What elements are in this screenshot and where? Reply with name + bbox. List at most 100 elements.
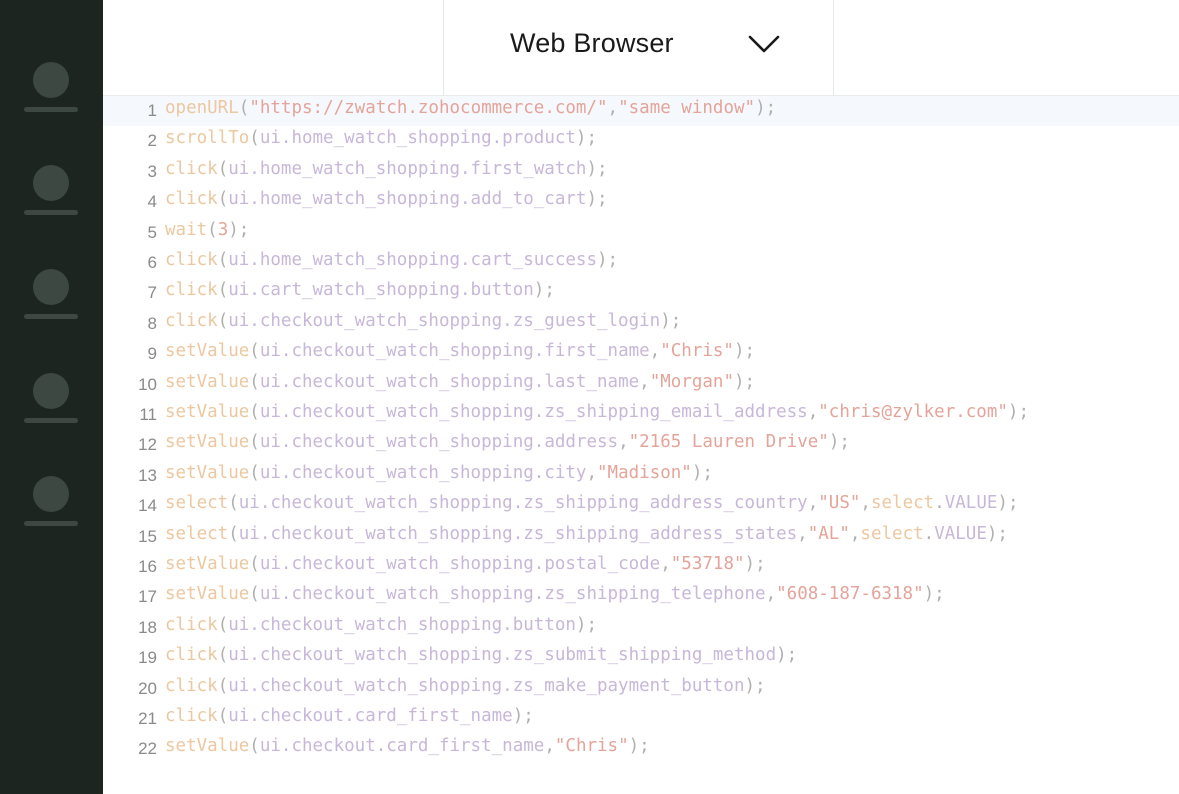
- line-number: 15: [138, 526, 157, 546]
- line-number: 4: [147, 192, 157, 212]
- code-token-punc: );: [691, 462, 713, 483]
- code-line[interactable]: 14 select(ui.checkout_watch_shopping.zs_s…: [103, 491, 1179, 521]
- code-line[interactable]: 19 click(ui.checkout_watch_shopping.zs_su…: [103, 643, 1179, 673]
- code-token-punc: (: [249, 341, 260, 362]
- code-token-punc: (: [249, 128, 260, 149]
- code-token-str: "608-187-6318": [776, 584, 924, 605]
- code-token-punc: (: [249, 554, 260, 574]
- code-token-fn: wait: [165, 219, 208, 240]
- code-token-str: "Morgan": [649, 371, 734, 392]
- code-token-fn: setValue: [165, 371, 250, 392]
- code-line[interactable]: 9 setValue(ui.checkout_watch_shopping.fir…: [103, 339, 1179, 369]
- line-number: 2: [147, 131, 157, 151]
- sidebar-item-user-1[interactable]: [24, 62, 78, 122]
- code-token-obj: ui.home_watch_shopping.cart_success: [228, 250, 597, 270]
- code-token-str: "53718": [670, 554, 745, 574]
- code-token-fn: click: [165, 310, 218, 331]
- code-text: click(ui.checkout.card_first_name);: [165, 706, 534, 726]
- code-line[interactable]: 8 click(ui.checkout_watch_shopping.zs_gue…: [103, 309, 1179, 339]
- code-token-punc: );: [744, 554, 766, 574]
- code-line[interactable]: 5 wait(3);: [103, 218, 1179, 248]
- code-token-obj: ui.checkout_watch_shopping.postal_code: [259, 554, 661, 574]
- code-line[interactable]: 21 click(ui.checkout.card_first_name);: [103, 704, 1179, 734]
- code-token-str: "Madison": [597, 462, 692, 483]
- code-token-fn: click: [165, 250, 218, 270]
- code-token-str: "AL": [807, 523, 850, 544]
- sidebar-item-user-2[interactable]: [24, 165, 78, 225]
- sidebar-item-user-5[interactable]: [24, 476, 78, 536]
- code-token-punc: (: [249, 462, 260, 483]
- code-token-punc: );: [733, 371, 756, 392]
- code-text: click(ui.checkout_watch_shopping.zs_gues…: [165, 311, 681, 331]
- code-line[interactable]: 3 click(ui.home_watch_shopping.first_watc…: [103, 157, 1179, 187]
- code-text: click(ui.home_watch_shopping.cart_succes…: [165, 250, 618, 270]
- code-line[interactable]: 1 openURL("https://zwatch.zohocommerce.co…: [103, 96, 1179, 126]
- code-line[interactable]: 13 setValue(ui.checkout_watch_shopping.ci…: [103, 461, 1179, 491]
- sidebar-item-user-3[interactable]: [24, 269, 78, 329]
- code-token-obj: ui.checkout_watch_shopping.zs_submit_shi…: [228, 645, 777, 666]
- line-number: 21: [138, 709, 157, 728]
- code-token-punc: (: [217, 189, 229, 210]
- code-token-punc: );: [755, 98, 777, 118]
- code-token-punc: ,: [586, 462, 598, 483]
- code-token-punc: );: [828, 432, 850, 453]
- code-line[interactable]: 17 setValue(ui.checkout_watch_shopping.zs…: [103, 582, 1179, 612]
- sidebar: [0, 0, 103, 794]
- code-token-punc: (: [207, 219, 218, 240]
- code-token-punc: );: [997, 493, 1019, 514]
- code-line[interactable]: 10 setValue(ui.checkout_watch_shopping.la…: [103, 370, 1179, 400]
- code-text: setValue(ui.checkout_watch_shopping.post…: [165, 554, 766, 574]
- line-number: 17: [138, 587, 157, 607]
- browser-dropdown[interactable]: Web Browser: [444, 0, 834, 95]
- code-token-fn: setValue: [165, 341, 250, 362]
- code-token-punc: );: [660, 310, 682, 331]
- code-token-num: 3: [217, 219, 229, 240]
- code-line[interactable]: 12 setValue(ui.checkout_watch_shopping.ad…: [103, 430, 1179, 460]
- line-number: 9: [147, 344, 157, 364]
- code-line[interactable]: 6 click(ui.home_watch_shopping.cart_succe…: [103, 248, 1179, 278]
- code-token-str: "Chris": [554, 736, 629, 757]
- code-text: select(ui.checkout_watch_shopping.zs_shi…: [165, 524, 1008, 544]
- user-icon: [33, 373, 69, 409]
- code-line[interactable]: 18 click(ui.checkout_watch_shopping.butto…: [103, 613, 1179, 643]
- code-token-obj: ui.checkout_watch_shopping.address: [259, 432, 619, 453]
- code-text: setValue(ui.checkout_watch_shopping.addr…: [165, 432, 850, 452]
- code-text: click(ui.checkout_watch_shopping.zs_subm…: [165, 645, 797, 665]
- line-number: 10: [138, 374, 157, 394]
- browser-dropdown-label: Web Browser: [510, 28, 674, 58]
- code-line[interactable]: 15 select(ui.checkout_watch_shopping.zs_s…: [103, 522, 1179, 552]
- code-text: select(ui.checkout_watch_shopping.zs_shi…: [165, 493, 1019, 513]
- line-number: 12: [138, 435, 157, 455]
- code-token-punc: (: [217, 645, 229, 666]
- user-icon: [33, 476, 69, 512]
- line-number: 14: [138, 496, 157, 516]
- code-line[interactable]: 4 click(ui.home_watch_shopping.add_to_car…: [103, 187, 1179, 217]
- code-line[interactable]: 22 setValue(ui.checkout.card_first_name,"…: [103, 734, 1179, 764]
- code-token-str: "same window": [618, 98, 756, 118]
- code-text: setValue(ui.checkout_watch_shopping.city…: [165, 463, 713, 483]
- sidebar-item-user-4[interactable]: [24, 373, 78, 433]
- code-token-str: "chris@zylker.com": [818, 402, 1008, 422]
- code-token-fn: select: [870, 493, 935, 514]
- code-token-punc: ,: [807, 493, 819, 514]
- code-line[interactable]: 20 click(ui.checkout_watch_shopping.zs_ma…: [103, 674, 1179, 704]
- code-text: wait(3);: [165, 220, 249, 240]
- code-token-punc: (: [217, 675, 229, 696]
- code-editor[interactable]: 1 openURL("https://zwatch.zohocommerce.co…: [103, 96, 1179, 794]
- code-token-punc: ,: [765, 584, 777, 605]
- code-text: click(ui.cart_watch_shopping.button);: [165, 280, 555, 300]
- code-token-punc: (: [249, 402, 260, 422]
- code-text: openURL("https://zwatch.zohocommerce.com…: [165, 98, 776, 118]
- code-token-obj: ui.checkout_watch_shopping.last_name: [259, 371, 640, 392]
- code-token-punc: );: [512, 706, 534, 726]
- code-line[interactable]: 11 setValue(ui.checkout_watch_shopping.zs…: [103, 400, 1179, 430]
- code-token-str: "https://zwatch.zohocommerce.com/": [249, 98, 608, 118]
- code-token-obj: ui.checkout_watch_shopping.zs_shipping_t…: [259, 584, 766, 605]
- code-text: click(ui.home_watch_shopping.first_watch…: [165, 159, 608, 179]
- code-line[interactable]: 2 scrollTo(ui.home_watch_shopping.product…: [103, 126, 1179, 156]
- code-token-punc: );: [1007, 402, 1029, 422]
- code-token-fn: setValue: [165, 402, 250, 422]
- code-line[interactable]: 7 click(ui.cart_watch_shopping.button);: [103, 278, 1179, 308]
- code-line[interactable]: 16 setValue(ui.checkout_watch_shopping.po…: [103, 552, 1179, 582]
- code-token-punc: (: [249, 371, 260, 392]
